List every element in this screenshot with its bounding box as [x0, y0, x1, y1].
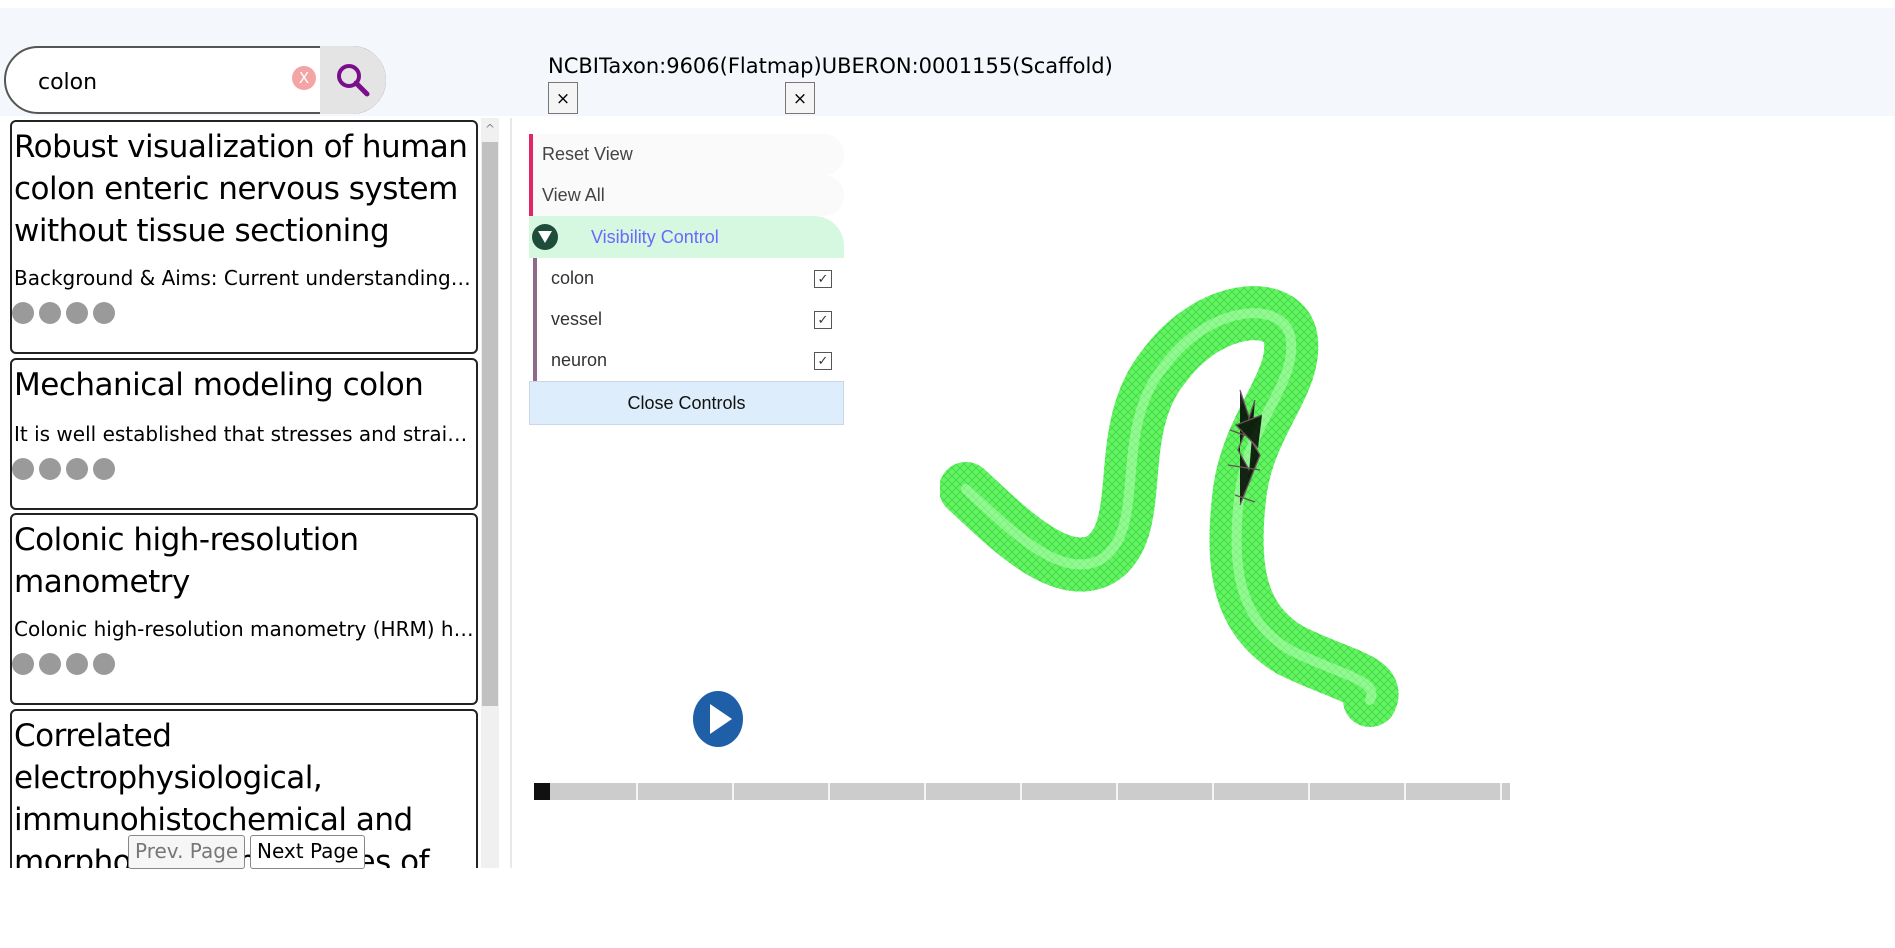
result-title[interactable]: Colonic high-resolution manometry — [12, 515, 374, 603]
timeline-tick — [636, 783, 638, 800]
viewer-tabs-title[interactable]: NCBITaxon:9606(Flatmap)UBERON:0001155(Sc… — [548, 54, 1113, 78]
result-dots — [12, 458, 476, 480]
timeline-tick — [1308, 783, 1310, 800]
visibility-item-label: vessel — [551, 309, 603, 329]
dot-indicator[interactable] — [12, 302, 34, 324]
colon-scaffold-render[interactable] — [940, 280, 1420, 760]
timeline-tick — [1212, 783, 1214, 800]
close-flatmap-tab-button[interactable]: × — [548, 82, 578, 114]
collapse-triangle-icon[interactable] — [532, 224, 558, 250]
dot-indicator[interactable] — [93, 458, 115, 480]
visibility-item-neuron[interactable]: neuron ✓ — [533, 340, 844, 381]
dot-indicator[interactable] — [66, 458, 88, 480]
timeline-tick — [828, 783, 830, 800]
visibility-item-label: colon — [551, 268, 595, 288]
close-controls-button[interactable]: Close Controls — [529, 381, 844, 425]
result-card[interactable]: Colonic high-resolution manometry Coloni… — [10, 513, 478, 705]
dot-indicator[interactable] — [93, 302, 115, 324]
visibility-item-vessel[interactable]: vessel ✓ — [533, 299, 844, 340]
search-input[interactable] — [36, 62, 280, 102]
magnifier-icon — [337, 64, 370, 97]
result-title[interactable]: Robust visualization of human colon ente… — [12, 122, 476, 252]
timeline-handle[interactable] — [534, 783, 550, 800]
visibility-item-label: neuron — [551, 350, 608, 370]
timeline-tick — [924, 783, 926, 800]
colon-checkbox[interactable]: ✓ — [814, 270, 832, 288]
view-all-button[interactable]: View All — [529, 175, 844, 216]
visibility-control-label: Visibility Control — [591, 227, 719, 247]
result-card[interactable]: Robust visualization of human colon ente… — [10, 120, 478, 354]
results-scrollbar[interactable]: ^ — [481, 118, 499, 868]
timeline-slider[interactable] — [534, 783, 1510, 800]
result-title[interactable]: Mechanical modeling colon — [12, 360, 476, 406]
result-description: Colonic high-resolution manometry (HRM) … — [14, 617, 476, 641]
result-dots — [12, 302, 476, 324]
result-description: Background & Aims: Current understanding… — [14, 266, 476, 290]
search-bar: X — [4, 46, 386, 114]
play-icon[interactable] — [692, 690, 744, 748]
viewer-divider — [510, 118, 512, 868]
search-button[interactable] — [320, 46, 386, 114]
dot-indicator[interactable] — [66, 302, 88, 324]
dot-indicator[interactable] — [66, 653, 88, 675]
visibility-control-header[interactable]: Visibility Control — [529, 216, 844, 258]
dot-indicator[interactable] — [12, 653, 34, 675]
vessel-checkbox[interactable]: ✓ — [814, 311, 832, 329]
timeline-tick — [1404, 783, 1406, 800]
scaffold-controls: Reset View View All Visibility Control c… — [529, 134, 844, 425]
result-card[interactable]: Mechanical modeling colon It is well est… — [10, 358, 478, 510]
dot-indicator[interactable] — [39, 653, 61, 675]
prev-page-button[interactable]: Prev. Page — [128, 835, 246, 869]
dot-indicator[interactable] — [93, 653, 115, 675]
scroll-thumb[interactable] — [482, 142, 498, 706]
clear-search-button[interactable]: X — [292, 66, 316, 90]
dot-indicator[interactable] — [39, 458, 61, 480]
dot-indicator[interactable] — [12, 458, 34, 480]
result-dots — [12, 653, 476, 675]
results-list: Robust visualization of human colon ente… — [0, 118, 500, 868]
timeline-tick — [732, 783, 734, 800]
neuron-checkbox[interactable]: ✓ — [814, 352, 832, 370]
next-page-button[interactable]: Next Page — [250, 835, 366, 869]
close-scaffold-tab-button[interactable]: × — [785, 82, 815, 114]
result-description: It is well established that stresses and… — [14, 422, 476, 446]
visibility-item-colon[interactable]: colon ✓ — [533, 258, 844, 299]
scroll-up-icon[interactable]: ^ — [481, 118, 499, 140]
reset-view-button[interactable]: Reset View — [529, 134, 844, 175]
timeline-tick — [1020, 783, 1022, 800]
timeline-tick — [1116, 783, 1118, 800]
timeline-tick — [1500, 783, 1502, 800]
dot-indicator[interactable] — [39, 302, 61, 324]
